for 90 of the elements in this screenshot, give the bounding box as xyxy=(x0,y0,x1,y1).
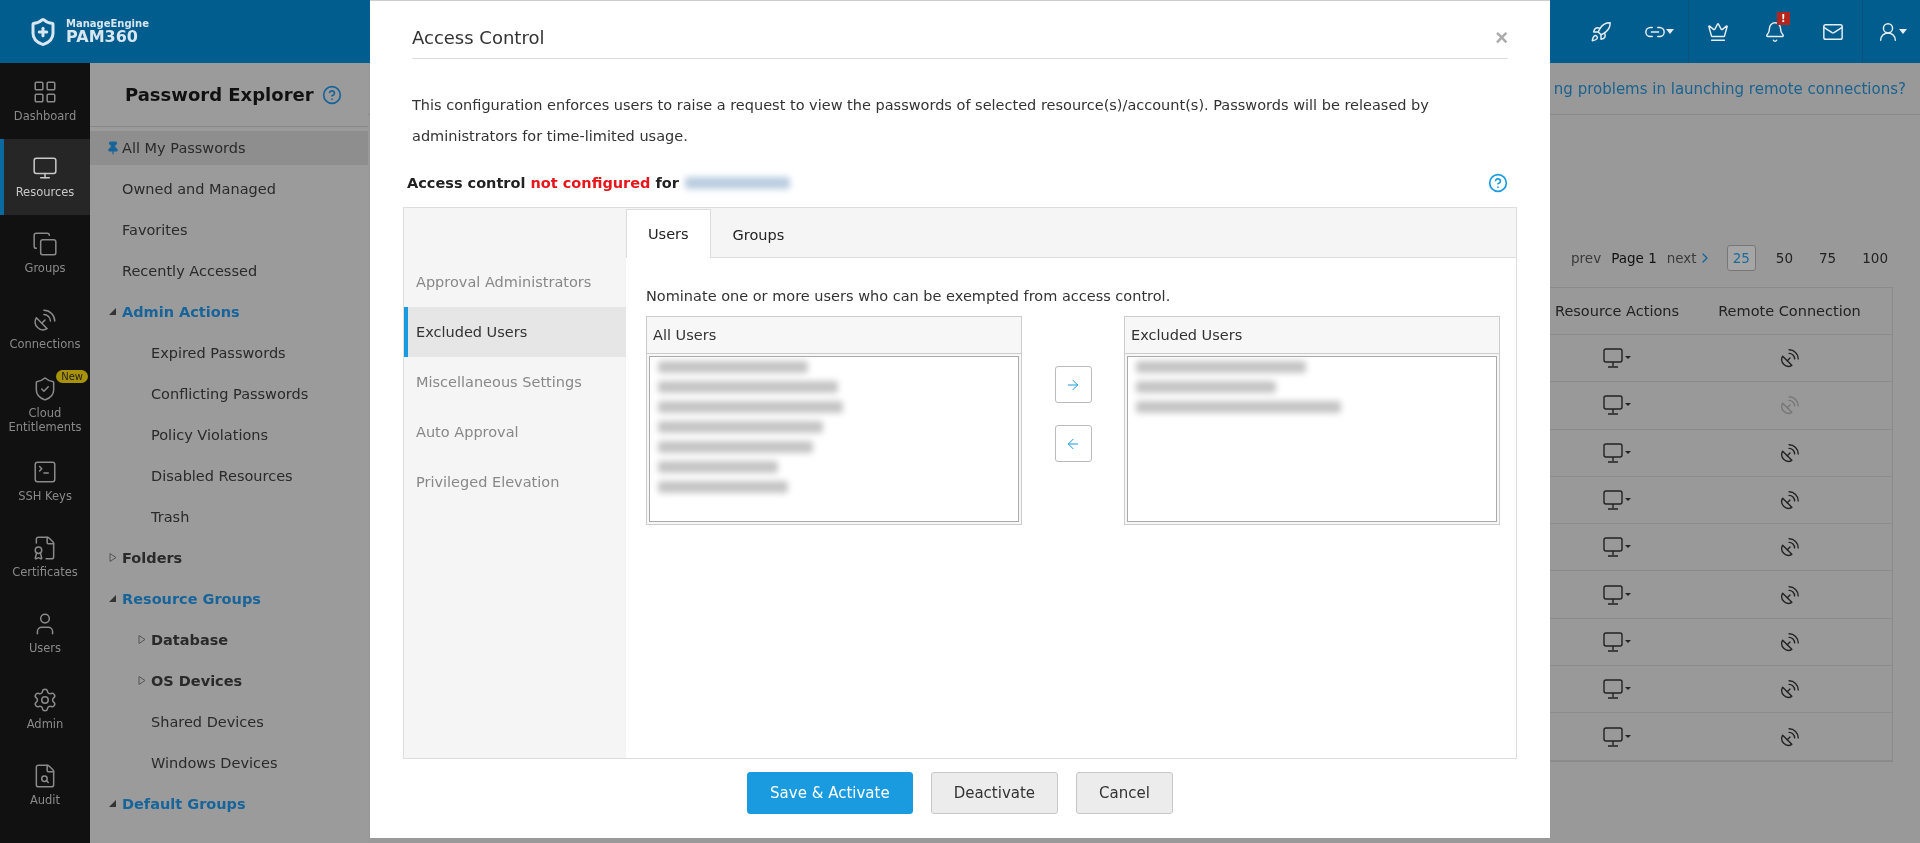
triangle-right-icon xyxy=(138,676,146,686)
monitor-caret-icon[interactable] xyxy=(1602,489,1632,512)
settings-menu-item[interactable]: Miscellaneous Settings xyxy=(404,357,626,407)
rail-item[interactable]: Certificates xyxy=(0,519,90,595)
explorer-title: Password Explorer xyxy=(125,84,314,105)
triangle-right-icon xyxy=(138,635,146,645)
crown-icon[interactable] xyxy=(1706,20,1729,43)
monitor-caret-icon[interactable] xyxy=(1602,394,1632,417)
satellite-dish-icon[interactable] xyxy=(1778,583,1801,606)
shield-logo-icon xyxy=(28,16,58,47)
explorer-item[interactable]: All My Passwords xyxy=(90,131,368,165)
rail-item[interactable]: Dashboard xyxy=(0,63,90,139)
dialog-button[interactable]: Cancel xyxy=(1076,772,1173,814)
settings-icon xyxy=(32,686,58,713)
page-size-option[interactable]: 100 xyxy=(1856,245,1894,271)
dialog-description: This configuration enforces users to raise a request to view the passwords of selected resource(s)/account(s). Passwords will be released by administrators for time-limited usage. xyxy=(412,96,1430,146)
triangle-down-icon xyxy=(109,799,117,809)
help-icon[interactable] xyxy=(1488,173,1508,193)
instruction-text: Nominate one or more users who can be exempted from access control. xyxy=(646,288,1172,304)
monitor-caret-icon[interactable] xyxy=(1602,630,1632,653)
grid-icon xyxy=(32,78,58,105)
satellite-dish-icon[interactable] xyxy=(1778,630,1801,653)
monitor-caret-icon[interactable] xyxy=(1602,441,1632,464)
all-users-list[interactable]: All Users xyxy=(646,316,1022,525)
rail-item[interactable]: Audit xyxy=(0,747,90,823)
dialog-title: Access Control xyxy=(412,27,545,48)
satellite-dish-icon[interactable] xyxy=(1778,347,1801,370)
satellite-dish-icon[interactable] xyxy=(1778,441,1801,464)
tab[interactable]: Users xyxy=(626,209,711,258)
explorer-item[interactable]: Shared Devices xyxy=(90,704,368,739)
next-link[interactable]: next xyxy=(1666,250,1713,266)
explorer-item[interactable]: Policy Violations xyxy=(90,417,368,452)
explorer-item[interactable]: Windows Devices xyxy=(90,745,368,780)
rail-item[interactable]: Users xyxy=(0,595,90,671)
explorer-item[interactable]: Disabled Resources xyxy=(90,458,368,493)
dialog-button[interactable]: Deactivate xyxy=(930,772,1059,814)
satellite-dish-icon[interactable] xyxy=(1778,536,1801,559)
monitor-caret-icon[interactable] xyxy=(1602,725,1632,748)
monitor-caret-icon[interactable] xyxy=(1602,583,1632,606)
settings-menu-item[interactable]: Approval Administrators xyxy=(404,257,626,307)
prev-link[interactable]: prev xyxy=(1571,250,1602,266)
explorer-item[interactable]: Recently Accessed xyxy=(90,253,368,288)
monitor-caret-icon[interactable] xyxy=(1602,678,1632,701)
settings-menu-item[interactable]: Privileged Elevation xyxy=(404,457,626,507)
page-size-option[interactable]: 50 xyxy=(1769,245,1800,271)
settings-menu-item[interactable]: Excluded Users xyxy=(404,307,626,357)
column-header: Remote Connection xyxy=(1717,303,1862,319)
explorer-item[interactable]: Database xyxy=(90,622,368,657)
monitor-icon xyxy=(32,154,58,181)
rail-item[interactable]: Admin xyxy=(0,671,90,747)
page-size-option[interactable]: 75 xyxy=(1813,245,1843,271)
settings-menu-item[interactable]: Auto Approval xyxy=(404,407,626,457)
monitors-icon xyxy=(32,230,58,257)
explorer-item[interactable]: Folders xyxy=(90,540,368,575)
rail-item[interactable]: Connections xyxy=(0,291,90,367)
excluded-users-list[interactable]: Excluded Users xyxy=(1124,316,1500,525)
caret-icon xyxy=(1898,29,1907,34)
satellite-dish-icon[interactable] xyxy=(1778,489,1801,512)
brand-caption: ManageEngine xyxy=(66,18,149,29)
new-badge: New xyxy=(56,370,88,383)
explorer-item[interactable]: Favorites xyxy=(90,212,368,247)
rail-item[interactable]: New Cloud Entitlements xyxy=(0,367,90,443)
caret-icon xyxy=(1666,29,1674,34)
monitor-caret-icon[interactable] xyxy=(1602,536,1632,559)
list-title: All Users xyxy=(647,317,1021,354)
save-button[interactable]: Save & Activate xyxy=(747,772,913,814)
brand-name: PAM360 xyxy=(66,28,138,45)
list-title: Excluded Users xyxy=(1125,317,1499,354)
explorer-item[interactable]: Owned and Managed xyxy=(90,172,368,206)
explorer-item[interactable]: Expired Passwords xyxy=(90,335,368,370)
rail-item[interactable]: Groups xyxy=(0,215,90,291)
notification-badge: ! xyxy=(1777,12,1790,25)
bell-icon[interactable] xyxy=(1764,20,1786,43)
monitor-caret-icon[interactable] xyxy=(1602,347,1632,370)
satellite-dish-icon[interactable] xyxy=(1778,725,1801,748)
tab[interactable]: Groups xyxy=(710,210,807,258)
page-label: Page 1 xyxy=(1611,250,1657,266)
explorer-item[interactable]: Conflicting Passwords xyxy=(90,376,368,411)
triangle-down-icon xyxy=(109,307,117,317)
satellite-dish-icon[interactable] xyxy=(1778,678,1801,701)
rail-item[interactable]: SSH Keys xyxy=(0,443,90,519)
triangle-down-icon xyxy=(109,594,117,604)
terminal-icon xyxy=(32,458,58,485)
rocket-icon[interactable] xyxy=(1590,20,1612,43)
triangle-right-icon xyxy=(109,553,117,563)
rail-item[interactable]: Resources xyxy=(0,139,90,215)
access-status: Access control not configured for xyxy=(407,175,679,191)
explorer-item[interactable]: Trash xyxy=(90,499,368,534)
column-header: Resource Actions xyxy=(1553,303,1681,319)
explorer-item[interactable]: OS Devices xyxy=(90,663,368,698)
